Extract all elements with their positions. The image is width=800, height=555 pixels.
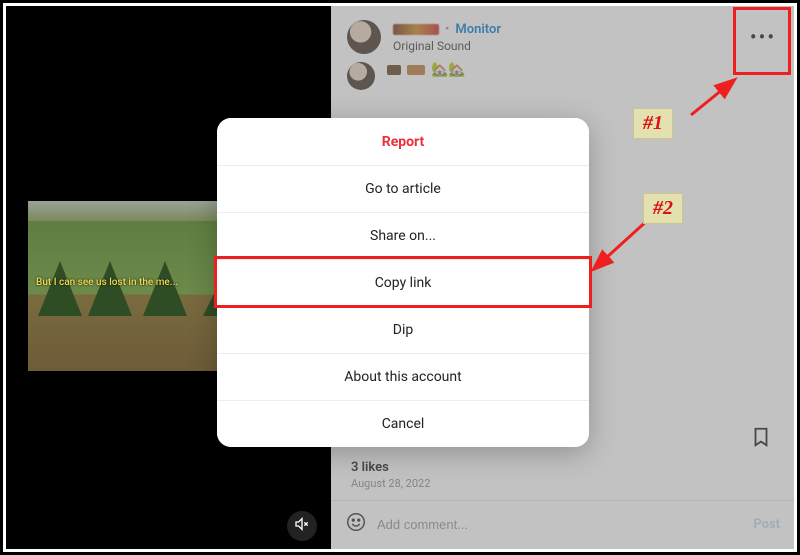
tree-shape (143, 261, 187, 316)
monitor-link[interactable]: Monitor (455, 22, 501, 37)
sheet-item-copy-link[interactable]: Copy link (217, 259, 589, 306)
bookmark-icon (750, 433, 772, 452)
video-caption: But I can see us lost in the me... (36, 277, 178, 288)
sheet-item-share-on[interactable]: Share on... (217, 212, 589, 259)
screenshot-frame: But I can see us lost in the me... • Mon… (0, 0, 800, 555)
house-emoji-icon: 🏡🏡 (431, 62, 466, 78)
bookmark-button[interactable] (750, 426, 772, 452)
user-line: • Monitor (393, 22, 501, 37)
more-horizontal-icon: ••• (750, 25, 776, 49)
username-redacted (393, 24, 439, 35)
sheet-item-dip[interactable]: Dip (217, 306, 589, 353)
annotation-step-1: #1 (633, 108, 673, 139)
comment-body: 🏡🏡 (387, 62, 466, 78)
tree-shape (38, 261, 82, 316)
header-text: • Monitor Original Sound (393, 22, 501, 53)
likes-block: 3 likes August 28, 2022 (331, 456, 794, 500)
more-options-button[interactable]: ••• (748, 22, 778, 52)
sheet-item-report[interactable]: Report (217, 118, 589, 165)
options-sheet: ReportGo to articleShare on...Copy linkD… (217, 118, 589, 447)
top-comment-row: 🏡🏡 (331, 60, 794, 98)
emoji-picker-button[interactable] (345, 511, 367, 537)
tree-shape (88, 261, 132, 316)
comment-redacted (407, 65, 425, 75)
separator-dot: • (445, 22, 449, 37)
original-sound-label[interactable]: Original Sound (393, 39, 501, 53)
post-comment-button[interactable]: Post (753, 517, 780, 532)
comment-input[interactable] (377, 517, 743, 532)
mute-button[interactable] (287, 511, 317, 541)
volume-muted-icon (294, 516, 310, 536)
commenter-avatar[interactable] (347, 62, 375, 90)
post-header: • Monitor Original Sound ••• (331, 6, 794, 60)
comment-redacted (387, 65, 401, 75)
post-date: August 28, 2022 (351, 477, 774, 490)
sheet-item-about-acct[interactable]: About this account (217, 353, 589, 400)
add-comment-bar: Post (331, 500, 794, 549)
annotation-step-2: #2 (643, 193, 683, 224)
smiley-icon (345, 518, 367, 537)
sheet-item-go-article[interactable]: Go to article (217, 165, 589, 212)
likes-count[interactable]: 3 likes (351, 460, 774, 475)
poster-avatar[interactable] (347, 20, 381, 54)
sheet-item-cancel[interactable]: Cancel (217, 400, 589, 447)
